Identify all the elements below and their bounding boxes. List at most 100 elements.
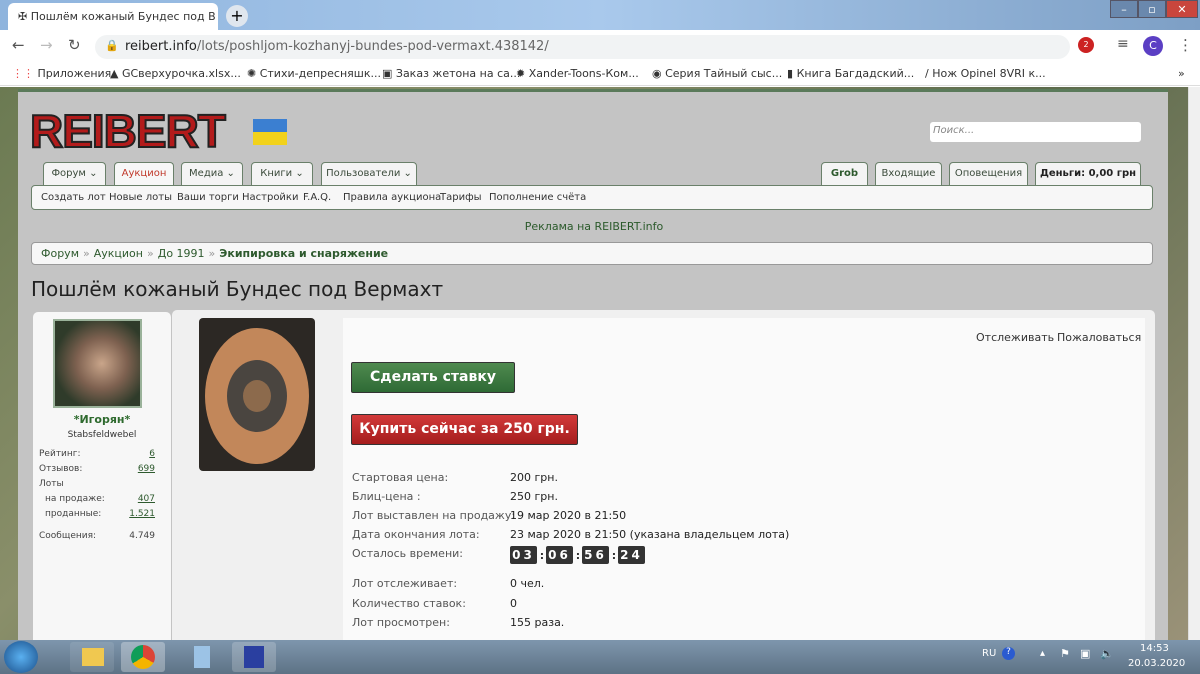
taskbar-calculator-icon[interactable] <box>180 642 224 672</box>
taskbar-explorer-icon[interactable] <box>70 642 114 672</box>
clock-date[interactable]: 20.03.2020 <box>1128 658 1185 669</box>
language-indicator[interactable]: RU <box>982 648 996 659</box>
start-price-label: Стартовая цена: <box>352 471 449 484</box>
nav-label: Книги <box>260 168 293 179</box>
breadcrumb: Форум» Аукцион» До 1991» Экипировка и снаря… <box>31 242 1153 265</box>
bookmark-item[interactable]: ▲ GCверхурочка.xlsx... <box>110 67 241 80</box>
end-date-value: 23 мар 2020 в 21:50 (указана владельцем … <box>510 528 790 541</box>
start-button[interactable] <box>4 641 38 673</box>
sold-link[interactable]: 1.521 <box>129 509 155 519</box>
bookmark-item[interactable]: ▣ Заказ жетона на са... <box>382 67 520 80</box>
breadcrumb-current[interactable]: Экипировка и снаряжение <box>219 247 388 260</box>
close-window-button[interactable]: ✕ <box>1166 0 1198 18</box>
listed-value: 19 мар 2020 в 21:50 <box>510 509 627 522</box>
nav-label: Медиа <box>189 168 224 179</box>
site-logo[interactable]: REIBERT <box>29 104 227 158</box>
subnav-faq[interactable]: F.A.Q. <box>303 192 331 203</box>
subnav-settings[interactable]: Настройки <box>242 192 298 203</box>
profile-avatar[interactable]: C <box>1143 36 1163 56</box>
posts-count: 4.749 <box>129 531 155 541</box>
subnav-top-up[interactable]: Пополнение счёта <box>489 192 586 203</box>
bookmark-label: Приложения <box>37 67 112 80</box>
lot-image[interactable] <box>199 318 315 471</box>
back-icon[interactable]: ← <box>12 36 25 54</box>
nav-label: Форум <box>51 168 86 179</box>
blitz-price-value: 250 грн. <box>510 490 558 503</box>
browser-tab[interactable]: ✠ Пошлём кожаный Бундес под В ✕ <box>8 3 218 30</box>
extension-badge: 2 <box>1083 40 1089 49</box>
browser-tab-strip: ✠ Пошлём кожаный Бундес под В ✕ + – ▫ ✕ <box>0 0 1200 30</box>
breadcrumb-item[interactable]: До 1991 <box>158 247 205 260</box>
rating-link[interactable]: 6 <box>149 449 155 459</box>
taskbar-chrome-icon[interactable] <box>121 642 165 672</box>
maximize-button[interactable]: ▫ <box>1138 0 1166 18</box>
bookmark-apps[interactable]: ⋮⋮ Приложения <box>12 67 111 80</box>
countdown-timer: 03:06:56:24 <box>510 546 646 564</box>
money-tab[interactable]: Деньги: 0,00 грн <box>1035 162 1141 186</box>
bookmarks-overflow-icon[interactable]: » <box>1178 67 1185 80</box>
buy-now-button[interactable]: Купить сейчас за 250 грн. <box>351 414 578 445</box>
playlist-icon[interactable]: ≡ <box>1117 36 1129 52</box>
bookmark-item[interactable]: ◉ Серия Тайный сыс... <box>652 67 782 80</box>
clock-time[interactable]: 14:53 <box>1140 643 1169 654</box>
selling-link[interactable]: 407 <box>138 494 155 504</box>
report-link[interactable]: Пожаловаться <box>1057 331 1141 344</box>
breadcrumb-item[interactable]: Аукцион <box>94 247 143 260</box>
subnav-your-bids[interactable]: Ваши торги <box>177 192 239 203</box>
posts-label: Сообщения: <box>39 531 97 541</box>
forward-icon[interactable]: → <box>40 36 53 54</box>
lots-label: Лоты <box>39 479 64 489</box>
minimize-button[interactable]: – <box>1110 0 1138 18</box>
taskbar-network-app-icon[interactable] <box>232 642 276 672</box>
avatar[interactable] <box>53 319 142 408</box>
bookmark-item[interactable]: ▮ Книга Багдадский... <box>787 67 914 80</box>
blitz-price-label: Блиц-цена : <box>352 490 421 503</box>
help-icon[interactable]: ? <box>1002 647 1015 660</box>
ad-link[interactable]: Реклама на REIBERT.info <box>0 220 1188 233</box>
bookmark-label: Нож Opinel 8VRI к... <box>932 67 1046 80</box>
nav-tab-users[interactable]: Пользователи ⌄ <box>321 162 417 186</box>
nav-tab-forum[interactable]: Форум ⌄ <box>43 162 106 186</box>
listed-label: Лот выставлен на продажу: <box>352 509 516 522</box>
show-hidden-icons[interactable]: ▴ <box>1040 648 1045 659</box>
reviews-link[interactable]: 699 <box>138 464 155 474</box>
volume-icon[interactable]: 🔈 <box>1100 647 1114 660</box>
subnav-create-lot[interactable]: Создать лот <box>41 192 106 203</box>
new-tab-button[interactable]: + <box>226 5 248 27</box>
user-menu-grob[interactable]: Grob <box>821 162 868 186</box>
nav-tab-media[interactable]: Медиа ⌄ <box>181 162 243 186</box>
countdown-hours: 06 <box>546 546 573 564</box>
scrollbar[interactable] <box>1188 87 1200 640</box>
nav-tab-auction[interactable]: Аукцион <box>114 162 174 186</box>
place-bid-button[interactable]: Сделать ставку <box>351 362 515 393</box>
views-label: Лот просмотрен: <box>352 616 450 629</box>
bookmark-item[interactable]: ✺ Стихи-депресняшк... <box>247 67 381 80</box>
subnav-rules[interactable]: Правила аукциона <box>343 192 441 203</box>
network-icon[interactable]: ▣ <box>1080 647 1090 660</box>
adblock-icon[interactable]: 2 <box>1078 37 1094 53</box>
bookmark-item[interactable]: ✹ Xander-Toons-Ком... <box>516 67 639 80</box>
seller-name[interactable]: *Игорян* <box>33 413 171 426</box>
start-price-value: 200 грн. <box>510 471 558 484</box>
inbox-tab[interactable]: Входящие <box>875 162 942 186</box>
nav-tab-books[interactable]: Книги ⌄ <box>251 162 313 186</box>
countdown-seconds: 24 <box>618 546 645 564</box>
selling-label: на продаже: <box>45 494 105 504</box>
bookmark-item[interactable]: / Нож Opinel 8VRI к... <box>925 67 1046 80</box>
breadcrumb-item[interactable]: Форум <box>41 247 79 260</box>
bookmark-label: Стихи-депресняшк... <box>259 67 381 80</box>
subnav-tariffs[interactable]: Тарифы <box>440 192 482 203</box>
menu-icon[interactable]: ⋮ <box>1178 36 1193 54</box>
sold-label: проданные: <box>45 509 102 519</box>
watchers-value: 0 чел. <box>510 577 545 590</box>
countdown-days: 03 <box>510 546 537 564</box>
apps-grid-icon: ⋮⋮ <box>12 67 34 80</box>
watch-link[interactable]: Отслеживать <box>976 331 1054 344</box>
countdown-minutes: 56 <box>582 546 609 564</box>
alerts-tab[interactable]: Оповещения <box>949 162 1028 186</box>
subnav-new-lots[interactable]: Новые лоты <box>109 192 172 203</box>
reload-icon[interactable]: ↻ <box>68 36 81 54</box>
address-bar[interactable]: 🔒 reibert.info/lots/poshljom-kozhanyj-bun… <box>95 35 1070 59</box>
search-input[interactable]: Поиск... <box>930 122 1141 142</box>
flag-icon[interactable]: ⚑ <box>1060 647 1070 660</box>
